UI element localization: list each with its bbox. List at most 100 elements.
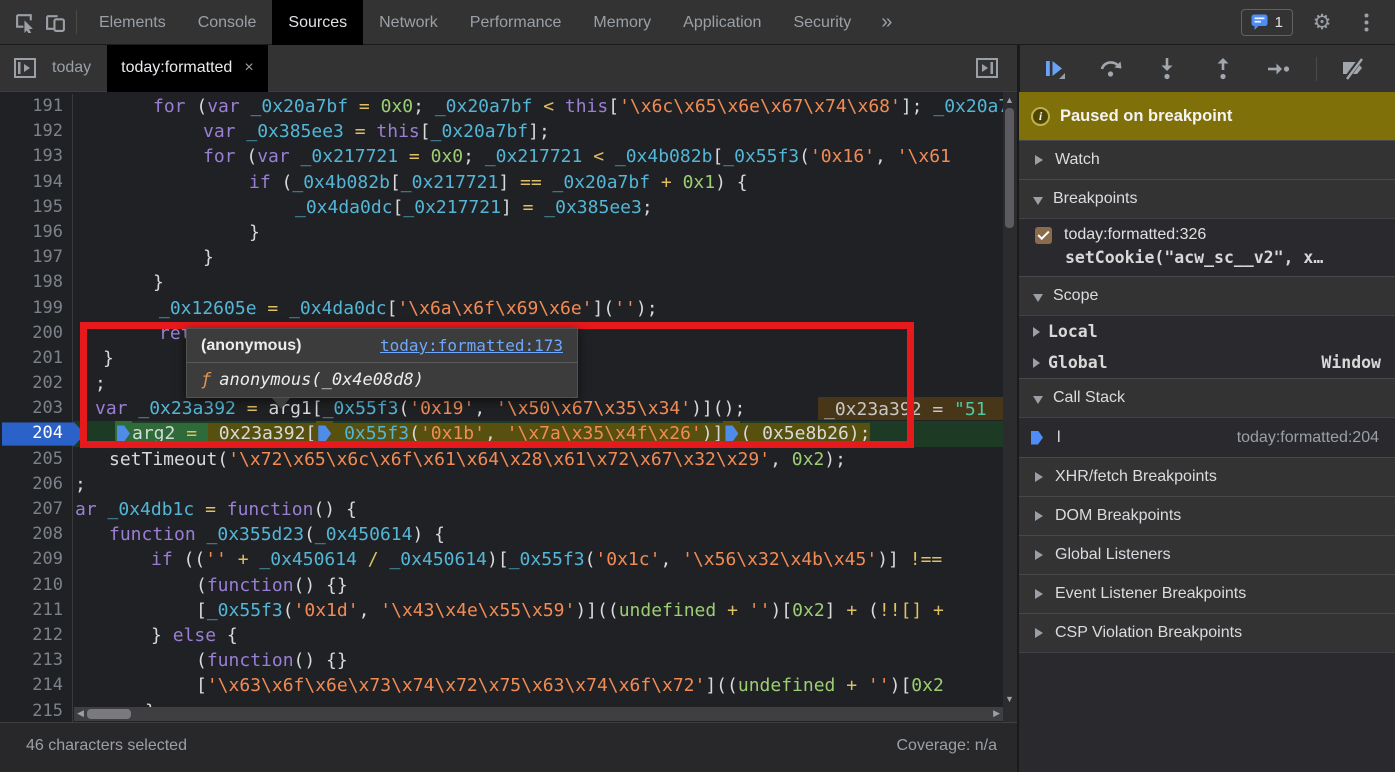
navigator-file-label[interactable]: today — [52, 59, 91, 77]
code-line-211[interactable]: 211[_0x55f3('0x1d', '\x43\x4e\x55\x59')]… — [0, 598, 1003, 623]
code-line-196[interactable]: 196} — [0, 220, 1003, 245]
line-number[interactable]: 203 — [0, 396, 73, 421]
file-tab-today-formatted[interactable]: today:formatted × — [107, 45, 268, 92]
code-line-194[interactable]: 194if (_0x4b082b[_0x217721] == _0x20a7bf… — [0, 170, 1003, 195]
line-number[interactable]: 213 — [0, 648, 73, 673]
section-event-listener-breakpoints[interactable]: Event Listener Breakpoints — [1019, 574, 1395, 613]
step-over-icon[interactable] — [1096, 54, 1126, 84]
line-number[interactable]: 212 — [0, 623, 73, 648]
section-call-stack[interactable]: Call Stack — [1019, 378, 1395, 417]
tab-network[interactable]: Network — [363, 0, 454, 45]
inspect-element-icon[interactable] — [10, 7, 40, 37]
vertical-scroll-thumb[interactable] — [1005, 108, 1014, 228]
scroll-left-icon[interactable]: ◀ — [77, 708, 84, 719]
line-number[interactable]: 209 — [0, 547, 73, 572]
horizontal-scroll-thumb[interactable] — [87, 709, 131, 719]
line-number[interactable]: 207 — [0, 497, 73, 522]
section-xhr-breakpoints[interactable]: XHR/fetch Breakpoints — [1019, 457, 1395, 496]
scope-local-row[interactable]: Local — [1019, 316, 1395, 347]
tab-performance[interactable]: Performance — [454, 0, 578, 45]
code-line-195[interactable]: 195_0x4da0dc[_0x217721] = _0x385ee3; — [0, 195, 1003, 220]
line-number[interactable]: 214 — [0, 673, 73, 698]
code-line-192[interactable]: 192var _0x385ee3 = this[_0x20a7bf]; — [0, 119, 1003, 144]
line-number[interactable]: 210 — [0, 573, 73, 598]
tab-console[interactable]: Console — [182, 0, 273, 45]
close-tab-icon[interactable]: × — [244, 59, 253, 77]
tab-elements[interactable]: Elements — [83, 0, 182, 45]
code-line-214[interactable]: 214['\x63\x6f\x6e\x73\x74\x72\x75\x63\x7… — [0, 673, 1003, 698]
code-line-203[interactable]: 203var _0x23a392 = arg1[_0x55f3('0x19', … — [0, 396, 1003, 421]
section-global-listeners[interactable]: Global Listeners — [1019, 535, 1395, 574]
line-number[interactable]: 197 — [0, 245, 73, 270]
tab-security[interactable]: Security — [777, 0, 867, 45]
code-line-204[interactable]: 204arg2 = _0x23a392[_0x55f3('0x1b', '\x7… — [0, 421, 1003, 446]
line-number[interactable]: 193 — [0, 144, 73, 169]
settings-gear-icon[interactable]: ⚙ — [1307, 7, 1337, 37]
code-line-209[interactable]: 209if (('' + _0x450614 / _0x450614)[_0x5… — [0, 547, 1003, 572]
more-tabs-chevron-icon[interactable]: » — [871, 11, 902, 34]
breakpoint-snippet[interactable]: setCookie("acw_sc__v2", x… — [1065, 248, 1395, 267]
line-number[interactable]: 198 — [0, 270, 73, 295]
show-debugger-sidebar-icon[interactable] — [972, 53, 1002, 83]
code-line-199[interactable]: 199_0x12605e = _0x4da0dc['\x6a\x6f\x69\x… — [0, 296, 1003, 321]
code-line-207[interactable]: 207ar _0x4db1c = function() { — [0, 497, 1003, 522]
step-out-icon[interactable] — [1208, 54, 1238, 84]
line-number[interactable]: 191 — [0, 94, 73, 119]
code-line-198[interactable]: 198} — [0, 270, 1003, 295]
line-number[interactable]: 208 — [0, 522, 73, 547]
editor-vertical-scrollbar[interactable]: ▲ ▼ — [1003, 92, 1017, 722]
line-number[interactable]: 202 — [0, 371, 73, 396]
line-number[interactable]: 211 — [0, 598, 73, 623]
continue-to-here-icon[interactable] — [316, 421, 333, 446]
code-line-212[interactable]: 212} else { — [0, 623, 1003, 648]
console-messages-button[interactable]: 1 — [1241, 9, 1293, 36]
step-icon[interactable] — [1264, 54, 1294, 84]
breakpoint-location[interactable]: today:formatted:326 — [1064, 226, 1206, 244]
continue-to-here-icon[interactable] — [723, 421, 740, 446]
line-number[interactable]: 199 — [0, 296, 73, 321]
line-number[interactable]: 196 — [0, 220, 73, 245]
code-line-191[interactable]: 191for (var _0x20a7bf = 0x0; _0x20a7bf <… — [0, 94, 1003, 119]
line-number[interactable]: 200 — [0, 321, 73, 346]
breakpoint-checkbox[interactable] — [1035, 227, 1052, 244]
call-stack-frame[interactable]: l today:formatted:204 — [1019, 417, 1395, 457]
source-editor[interactable]: 191for (var _0x20a7bf = 0x0; _0x20a7bf <… — [0, 92, 1017, 722]
code-line-206[interactable]: 206; — [0, 472, 1003, 497]
tab-sources[interactable]: Sources — [272, 0, 363, 45]
section-watch[interactable]: Watch — [1019, 140, 1395, 179]
line-number[interactable]: 195 — [0, 195, 73, 220]
line-number[interactable]: 215 — [0, 699, 73, 723]
line-number[interactable]: 206 — [0, 472, 73, 497]
editor-horizontal-scrollbar[interactable]: ◀ ▶ — [74, 707, 1003, 721]
section-csp-violation-breakpoints[interactable]: CSP Violation Breakpoints — [1019, 613, 1395, 652]
device-toolbar-icon[interactable] — [40, 7, 70, 37]
line-number[interactable]: 194 — [0, 170, 73, 195]
scope-global-row[interactable]: Global Window — [1019, 347, 1395, 378]
scroll-right-icon[interactable]: ▶ — [993, 708, 1000, 719]
deactivate-breakpoints-icon[interactable] — [1339, 54, 1369, 84]
tab-memory[interactable]: Memory — [577, 0, 667, 45]
more-options-icon[interactable] — [1351, 7, 1381, 37]
code-line-210[interactable]: 210(function() {} — [0, 573, 1003, 598]
section-dom-breakpoints[interactable]: DOM Breakpoints — [1019, 496, 1395, 535]
section-breakpoints[interactable]: Breakpoints — [1019, 179, 1395, 218]
breakpoint-entry[interactable]: today:formatted:326 setCookie("acw_sc__v… — [1019, 218, 1395, 276]
code-line-193[interactable]: 193for (var _0x217721 = 0x0; _0x217721 <… — [0, 144, 1003, 169]
code-line-205[interactable]: 205setTimeout('\x72\x65\x6c\x6f\x61\x64\… — [0, 447, 1003, 472]
code-line-213[interactable]: 213(function() {} — [0, 648, 1003, 673]
show-navigator-icon[interactable] — [10, 53, 40, 83]
code-line-208[interactable]: 208function _0x355d23(_0x450614) { — [0, 522, 1003, 547]
scroll-down-icon[interactable]: ▼ — [1005, 694, 1014, 704]
line-number[interactable]: 201 — [0, 346, 73, 371]
line-number[interactable]: 192 — [0, 119, 73, 144]
scroll-up-icon[interactable]: ▲ — [1005, 95, 1014, 105]
tab-application[interactable]: Application — [667, 0, 777, 45]
line-number[interactable]: 204 — [0, 421, 73, 446]
tooltip-source-link[interactable]: today:formatted:173 — [380, 336, 563, 355]
resume-script-icon[interactable] — [1040, 54, 1070, 84]
section-scope[interactable]: Scope — [1019, 276, 1395, 315]
step-into-icon[interactable] — [1152, 54, 1182, 84]
continue-to-here-icon[interactable] — [115, 421, 132, 446]
code-line-197[interactable]: 197} — [0, 245, 1003, 270]
line-number[interactable]: 205 — [0, 447, 73, 472]
